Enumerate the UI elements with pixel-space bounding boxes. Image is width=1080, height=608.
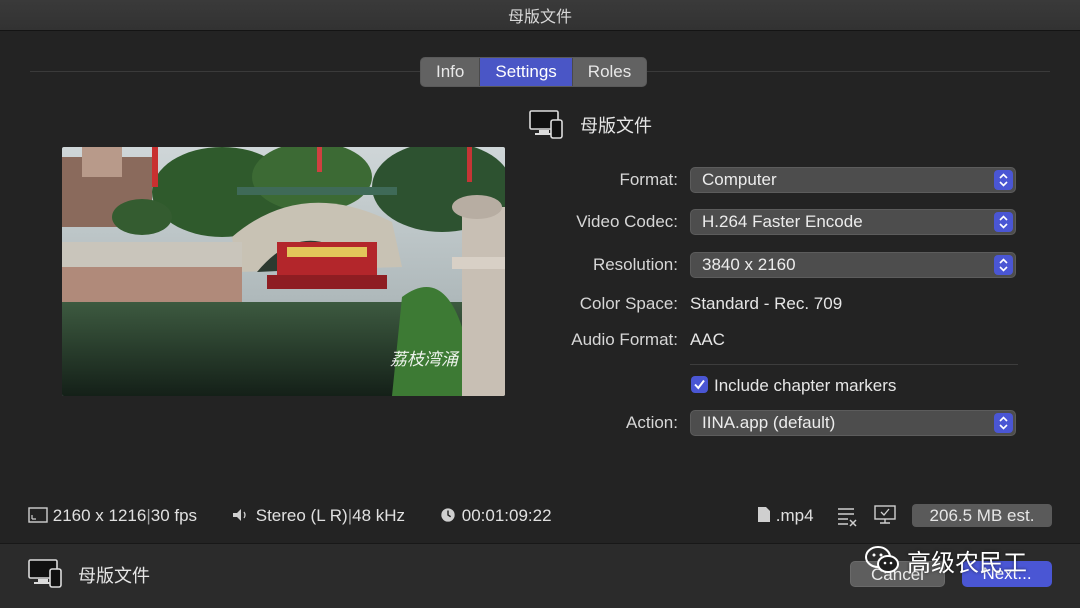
wechat-icon [865,546,899,573]
tab-info[interactable]: Info [421,58,481,86]
size-estimate-badge: 206.5 MB est. [912,504,1052,527]
resolution-popup[interactable]: 3840 x 2160 [690,252,1016,278]
format-label: Format: [619,170,678,189]
tab-roles[interactable]: Roles [572,58,647,86]
chapter-markers-label[interactable]: Include chapter markers [714,376,896,396]
display-status-icon[interactable] [874,505,896,530]
color-space-label: Color Space: [579,294,678,313]
watermark-text: 高级农民工 [907,549,1027,577]
popup-arrows-icon [994,170,1013,190]
roles-status-icon[interactable] [836,505,858,532]
settings-divider [690,364,1018,365]
list-remove-icon [838,508,857,527]
color-space-value: Standard - Rec. 709 [690,294,843,313]
file-type-status: .mp4 [757,506,814,526]
audio-status: Stereo (L R)|48 kHz [231,506,405,526]
frame-size-value: 2160 x 1216 [52,506,147,525]
resolution-value: 3840 x 2160 [702,255,796,274]
resolution-label: Resolution: [592,255,678,274]
file-extension-value: .mp4 [775,506,814,525]
action-popup[interactable]: IINA.app (default) [690,410,1016,436]
document-icon [758,507,770,522]
duration-value: 00:01:09:22 [461,506,552,525]
video-codec-value: H.264 Faster Encode [702,212,863,231]
format-value: Computer [702,170,777,189]
tab-bar: Info Settings Roles [420,57,648,87]
checkmark-icon [694,379,705,390]
audio-format-label: Audio Format: [571,330,678,349]
computer-device-icon [529,109,565,144]
video-codec-popup[interactable]: H.264 Faster Encode [690,209,1016,235]
footer-output-name: 母版文件 [78,566,150,586]
tab-settings[interactable]: Settings [480,58,573,86]
frame-size-status: 2160 x 1216|30 fps [28,506,197,526]
window-title: 母版文件 [507,9,572,26]
popup-arrows-icon [994,212,1013,232]
popup-arrows-icon [994,413,1013,433]
chapter-markers-checkbox[interactable] [691,376,708,393]
duration-status: 00:01:09:22 [439,506,552,526]
window-titlebar: 母版文件 [0,0,1080,31]
monitor-icon [874,505,896,524]
speaker-icon [233,509,246,521]
popup-arrows-icon [994,255,1013,275]
clock-icon [441,508,455,522]
sample-rate-value: 48 kHz [352,506,406,525]
computer-device-icon [28,558,64,593]
video-codec-label: Video Codec: [576,212,678,231]
audio-channels-value: Stereo (L R) [255,506,348,525]
frame-rate-value: 30 fps [150,506,198,525]
output-name-title: 母版文件 [580,116,652,136]
wechat-watermark: 高级农民工 [865,543,1027,577]
action-value: IINA.app (default) [702,413,836,432]
frame-size-icon [28,507,48,523]
action-label: Action: [626,413,678,432]
format-popup[interactable]: Computer [690,167,1016,193]
audio-format-value: AAC [690,330,725,349]
